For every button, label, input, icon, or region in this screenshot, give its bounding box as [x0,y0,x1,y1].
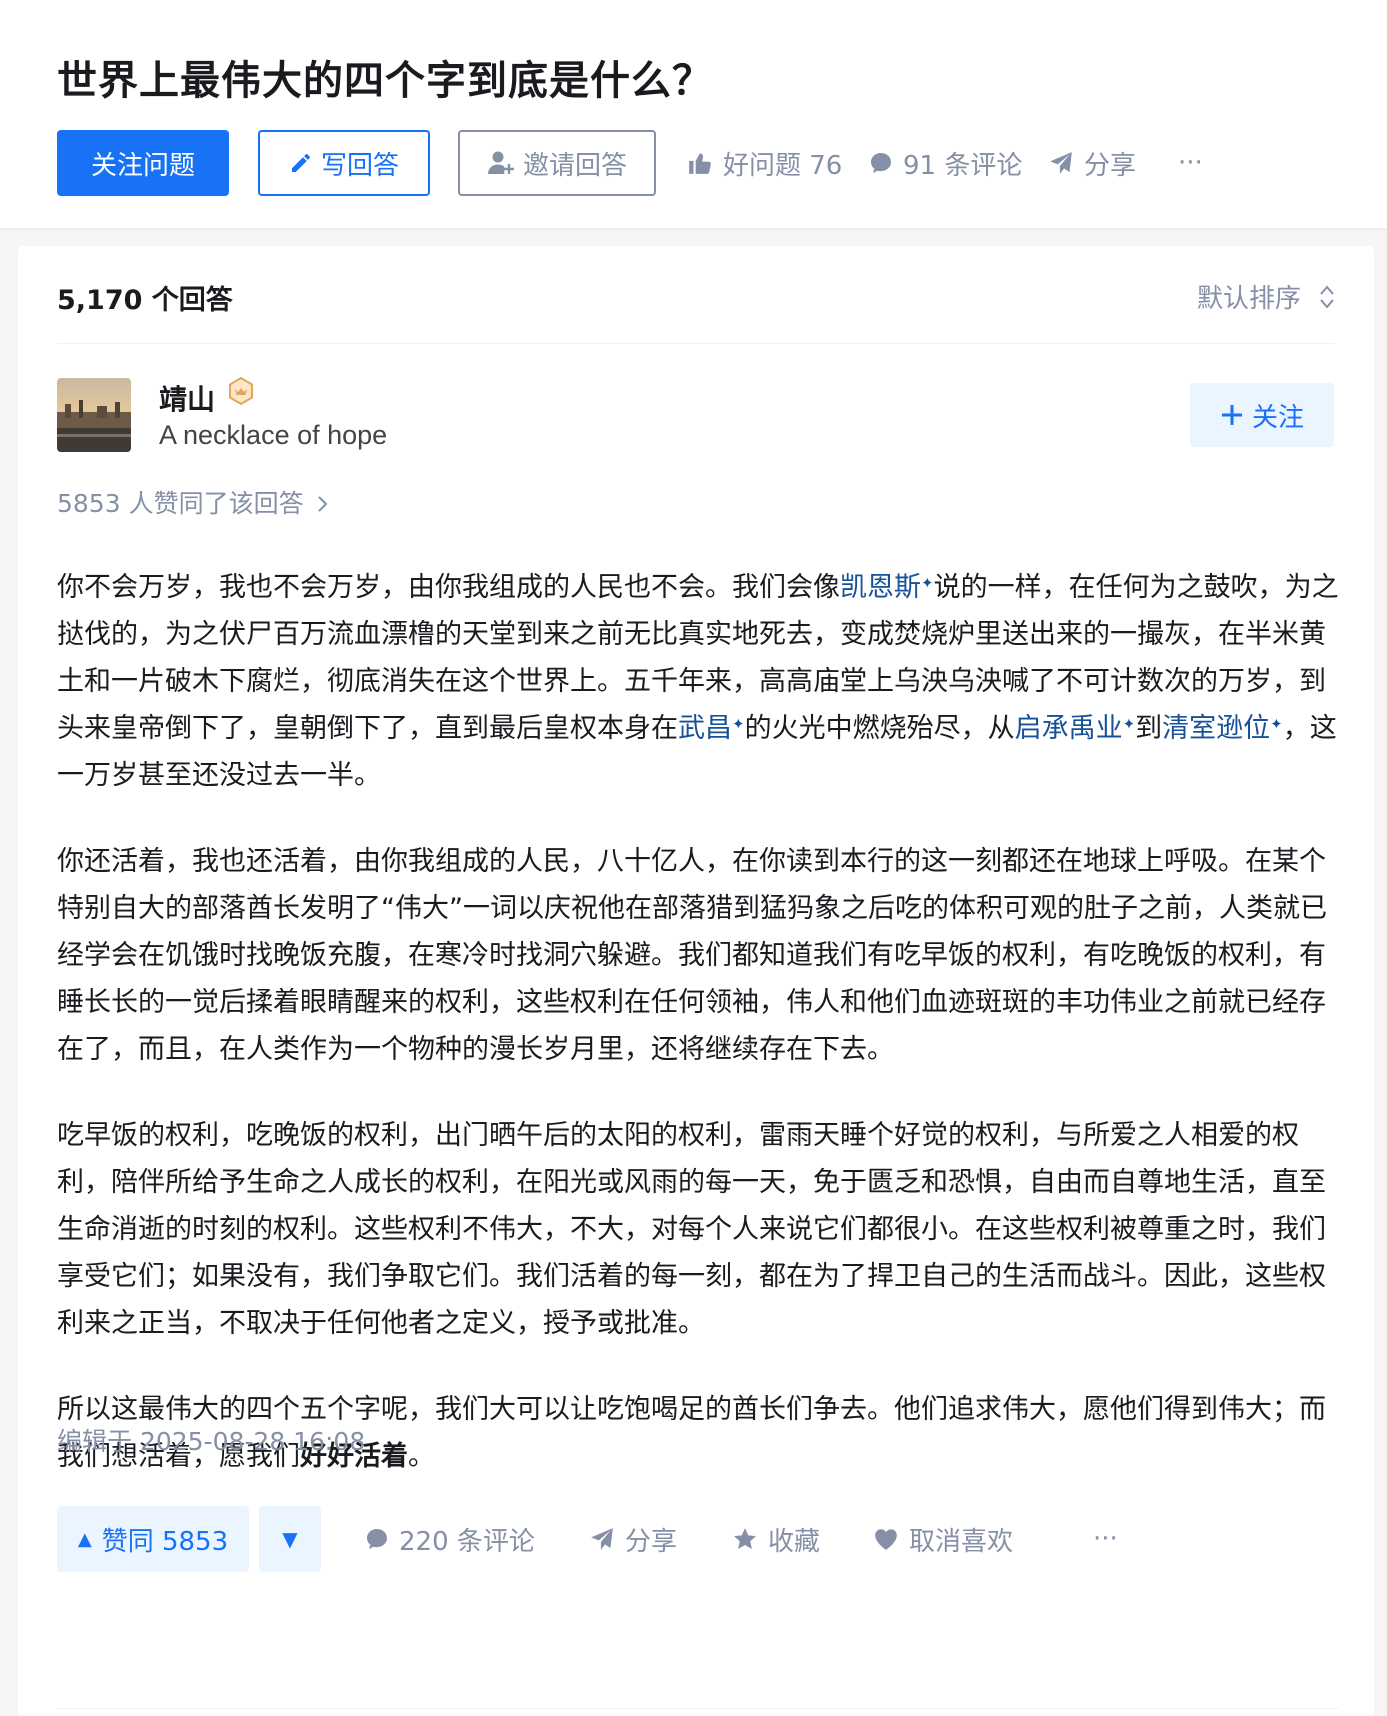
author-headline: A necklace of hope [159,420,388,450]
sort-icon [1320,284,1334,309]
question-title: 世界上最伟大的四个字到底是什么？ [57,58,713,104]
add-user-icon [487,151,514,174]
link-qingshixunwei[interactable]: 清室逊位✦ [1162,713,1283,744]
question-header: 世界上最伟大的四个字到底是什么？ 关注问题 写回答 邀请回答 好问题 76 91… [0,0,1387,228]
good-question-button[interactable]: 好问题 76 [687,130,842,196]
link-keynes[interactable]: 凯恩斯✦ [840,572,934,603]
follow-question-button[interactable]: 关注问题 [57,130,229,196]
link-text: 启承禹业 [1014,713,1123,744]
question-actions: 关注问题 写回答 邀请回答 好问题 76 91 条评论 分享 ··· [57,130,1357,196]
upvote-icon: ▲ [77,1528,92,1550]
answer-share-button[interactable]: 分享 [589,1506,677,1572]
downvote-icon: ▼ [282,1527,298,1551]
follow-question-label: 关注问题 [90,150,195,181]
paragraph-text: 的火光中燃烧殆尽，从 [744,713,1015,744]
share-icon [591,1528,613,1550]
avatar[interactable] [57,378,131,452]
chevron-right-icon [317,496,327,512]
more-icon: ··· [1093,1524,1118,1554]
voters-label: 5853 人赞同了该回答 [57,489,304,518]
sparkle-icon: ✦ [1270,715,1283,733]
paragraph-text: 。 [408,1441,435,1472]
collect-label: 收藏 [768,1526,821,1557]
answer-comments-button[interactable]: 220 条评论 [365,1506,535,1572]
answer-count: 5,170 个回答 [57,285,233,316]
unlike-label: 取消喜欢 [909,1526,1014,1557]
voters-link[interactable]: 5853 人赞同了该回答 [57,484,330,520]
badge-icon [226,376,256,410]
paragraph-text: 到 [1135,713,1163,744]
vote-up-label: 赞同 5853 [101,1526,229,1557]
author-name[interactable]: 靖山 [159,378,215,418]
sparkle-icon: ✦ [921,574,934,592]
collect-button[interactable]: 收藏 [732,1506,820,1572]
invite-answer-label: 邀请回答 [522,150,627,181]
write-answer-label: 写回答 [320,150,399,181]
link-text: 凯恩斯 [840,572,921,603]
follow-author-label: 关注 [1251,402,1304,433]
edited-time[interactable]: 编辑于 2025-08-28 16:08 [57,1422,365,1458]
comment-icon [871,153,891,173]
sort-label: 默认排序 [1196,284,1301,314]
paragraph: 你还活着，我也还活着，由你我组成的人民，八十亿人，在你读到本行的这一刻都还在地球… [57,846,1327,1065]
plus-icon [1221,405,1242,425]
sort-dropdown[interactable]: 默认排序 [1197,278,1335,315]
heart-icon [875,1529,897,1550]
answer-comments-label: 220 条评论 [399,1526,535,1557]
paragraph: 你不会万岁，我也不会万岁，由你我组成的人民也不会。我们会像凯恩斯✦说的一样，在任… [57,564,1339,799]
answer-more-button[interactable]: ··· [1093,1506,1118,1572]
answer-share-label: 分享 [625,1526,678,1557]
question-more-button[interactable]: ··· [1178,130,1203,196]
link-wuchang[interactable]: 武昌✦ [678,713,745,744]
question-comments-button[interactable]: 91 条评论 [869,130,1022,196]
link-text: 清室逊位 [1162,713,1271,744]
share-icon [1050,152,1072,174]
divider [57,1708,1339,1709]
paragraph-text: 你不会万岁，我也不会万岁，由你我组成的人民也不会。我们会像 [57,572,840,603]
thumbs-up-icon [689,153,711,174]
unlike-button[interactable]: 取消喜欢 [873,1506,1013,1572]
question-share-button[interactable]: 分享 [1048,130,1136,196]
answer-card: 5,170 个回答 默认排序 靖山 A necklace of hope 关注 … [18,246,1374,1716]
question-comments-label: 91 条评论 [903,150,1023,181]
invite-answer-button[interactable]: 邀请回答 [458,130,656,196]
sparkle-icon: ✦ [732,715,745,733]
paragraph: 吃早饭的权利，吃晚饭的权利，出门晒午后的太阳的权利，雷雨天睡个好觉的权利，与所爱… [57,1120,1326,1339]
answer-content: 你不会万岁，我也不会万岁，由你我组成的人民也不会。我们会像凯恩斯✦说的一样，在任… [57,564,1339,1519]
question-share-label: 分享 [1084,150,1137,181]
comment-icon [367,1529,387,1549]
answer-actions: ▲ 赞同 5853 ▼ 220 条评论 分享 收藏 取消喜欢 ··· [57,1506,1339,1572]
answers-bar: 5,170 个回答 默认排序 [57,246,1335,344]
write-answer-button[interactable]: 写回答 [258,130,430,196]
more-icon: ··· [1178,148,1203,178]
sparkle-icon: ✦ [1122,715,1136,733]
vote-down-button[interactable]: ▼ [259,1506,321,1572]
link-text: 武昌 [678,713,732,744]
vote-up-button[interactable]: ▲ 赞同 5853 [57,1506,249,1572]
pencil-icon [291,153,310,172]
follow-author-button[interactable]: 关注 [1190,383,1334,447]
link-qichengyuye[interactable]: 启承禹业✦ [1015,713,1136,744]
good-question-label: 好问题 76 [723,150,843,181]
star-icon [733,1528,757,1549]
